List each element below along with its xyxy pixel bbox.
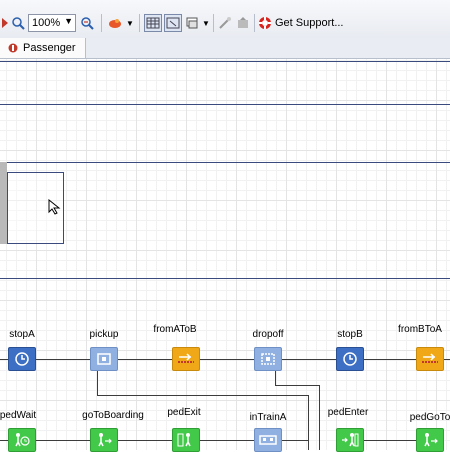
wand-icon[interactable] bbox=[217, 14, 233, 32]
get-support-label: Get Support... bbox=[275, 17, 344, 29]
zoom-select[interactable]: 100% ▼ bbox=[28, 14, 76, 32]
block-stopB[interactable] bbox=[336, 347, 364, 371]
train-shape[interactable] bbox=[0, 162, 7, 244]
conveyor-icon bbox=[178, 353, 194, 363]
paint-icon[interactable] bbox=[106, 14, 124, 32]
connector bbox=[275, 371, 276, 385]
block-label-stopA: stopA bbox=[9, 329, 35, 340]
pickup-icon bbox=[97, 353, 111, 365]
zoom-in-icon[interactable] bbox=[80, 14, 96, 32]
block-label-pedWait: pedWait bbox=[0, 410, 37, 421]
snap-to-grid-icon[interactable] bbox=[164, 14, 182, 32]
connector bbox=[97, 395, 308, 396]
toolbar-separator bbox=[254, 14, 255, 32]
connector bbox=[36, 359, 90, 360]
block-label-pedEnter: pedEnter bbox=[327, 407, 369, 418]
connector bbox=[282, 440, 308, 441]
platform-line bbox=[0, 278, 450, 279]
block-label-fromBToA: fromBToA bbox=[398, 324, 442, 335]
pedestrian-wait-icon bbox=[15, 433, 30, 447]
block-inTrainA[interactable] bbox=[254, 428, 282, 452]
dropoff-icon bbox=[261, 353, 275, 365]
connector bbox=[444, 359, 450, 360]
tab-bar: Passenger bbox=[0, 38, 450, 59]
block-label-goToBoarding: goToBoarding bbox=[82, 410, 144, 421]
block-fromAToB[interactable] bbox=[172, 347, 200, 371]
block-dropoff[interactable] bbox=[254, 347, 282, 371]
connector bbox=[364, 359, 416, 360]
block-label-pedGoTo: pedGoTo bbox=[409, 412, 450, 423]
lifebuoy-icon bbox=[259, 17, 271, 29]
connector bbox=[319, 385, 320, 450]
agent-type-icon bbox=[8, 43, 18, 53]
block-pedGoTo[interactable] bbox=[416, 428, 444, 452]
conveyor-icon bbox=[422, 353, 438, 363]
block-label-pedExit: pedExit bbox=[167, 407, 201, 418]
block-fromBToA[interactable] bbox=[416, 347, 444, 371]
clock-icon bbox=[15, 352, 29, 366]
connector bbox=[0, 440, 8, 441]
chevron-down-icon[interactable]: ▼ bbox=[201, 14, 211, 32]
connector bbox=[200, 359, 254, 360]
connector bbox=[275, 385, 319, 386]
area-boundary-line bbox=[0, 61, 450, 62]
pedestrian-walk-icon bbox=[98, 433, 112, 447]
chevron-down-icon: ▼ bbox=[64, 16, 73, 26]
toolbar-separator bbox=[139, 14, 140, 32]
grid-toggle-icon[interactable] bbox=[144, 14, 162, 32]
zoom-out-icon[interactable] bbox=[11, 14, 25, 32]
chevron-down-icon[interactable]: ▼ bbox=[125, 14, 135, 32]
block-label-inTrainA: inTrainA bbox=[249, 412, 287, 423]
toolbar-separator bbox=[213, 14, 214, 32]
connector bbox=[118, 359, 172, 360]
connector bbox=[364, 440, 416, 441]
block-stopA[interactable] bbox=[8, 347, 36, 371]
pedestrian-exit-icon bbox=[177, 433, 191, 447]
diagram-canvas[interactable]: stopA pickup fromAToB dropoff stopB from… bbox=[0, 59, 450, 452]
block-pedWait[interactable] bbox=[8, 428, 36, 452]
mouse-cursor-icon bbox=[48, 198, 62, 218]
block-label-pickup: pickup bbox=[89, 329, 119, 340]
connector bbox=[200, 440, 254, 441]
area-boundary-line bbox=[0, 104, 450, 105]
tab-passenger[interactable]: Passenger bbox=[0, 38, 86, 58]
toolbar-separator bbox=[101, 14, 102, 32]
connector bbox=[282, 359, 336, 360]
layers-icon[interactable] bbox=[184, 14, 200, 32]
shape-tool-icon[interactable] bbox=[0, 14, 10, 32]
block-label-dropoff: dropoff bbox=[252, 329, 284, 340]
tab-label: Passenger bbox=[23, 42, 76, 54]
block-label-stopB: stopB bbox=[337, 329, 363, 340]
connector bbox=[97, 371, 98, 396]
connector bbox=[308, 395, 309, 450]
get-support-button[interactable]: Get Support... bbox=[258, 14, 343, 32]
platform-line bbox=[0, 162, 450, 163]
zoom-value: 100% bbox=[32, 17, 61, 29]
pedestrian-walk-icon bbox=[424, 433, 438, 447]
block-pickup[interactable] bbox=[90, 347, 118, 371]
export-icon[interactable] bbox=[235, 14, 251, 32]
connector bbox=[118, 440, 172, 441]
train-icon bbox=[259, 435, 277, 445]
toolbar: 100% ▼ ▼ ▼ Get Support... bbox=[0, 0, 450, 39]
block-goToBoarding[interactable] bbox=[90, 428, 118, 452]
block-label-fromAToB: fromAToB bbox=[153, 324, 197, 335]
clock-icon bbox=[343, 352, 357, 366]
block-pedExit[interactable] bbox=[172, 428, 200, 452]
block-pedEnter[interactable] bbox=[336, 428, 364, 452]
connector bbox=[0, 359, 8, 360]
connector bbox=[36, 440, 90, 441]
pedestrian-enter-icon bbox=[342, 433, 359, 447]
